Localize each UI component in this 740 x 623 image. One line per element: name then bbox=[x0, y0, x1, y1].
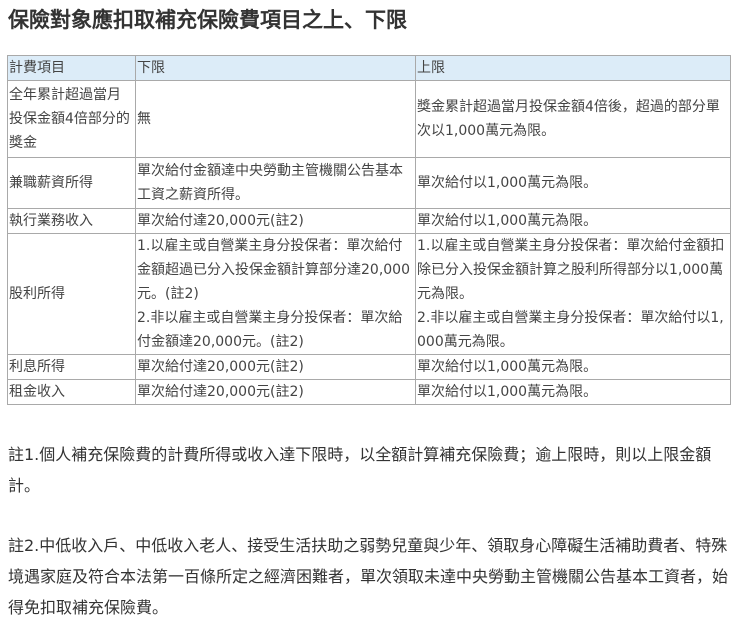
note-1: 註1.個人補充保險費的計費所得或收入達下限時，以全額計算補充保險費；逾上限時，則… bbox=[8, 445, 712, 495]
cell-upper: 1.以雇主或自營業主身分投保者：單次給付金額扣除已分入投保金額計算之股利所得部分… bbox=[415, 233, 731, 355]
cell-upper-line-1: 1.以雇主或自營業主身分投保者：單次給付金額扣除已分入投保金額計算之股利所得部分… bbox=[417, 238, 725, 302]
cell-item: 兼職薪資所得 bbox=[7, 157, 136, 209]
cell-lower: 單次給付達20,000元(註2) bbox=[135, 354, 416, 380]
cell-lower: 1.以雇主或自營業主身分投保者：單次給付金額超過已分入投保金額計算部分達20,0… bbox=[135, 233, 416, 355]
premium-limits-table: 計費項目 下限 上限 全年累計超過當月投保金額4倍部分的獎金 無 獎金累計超過當… bbox=[7, 55, 731, 405]
cell-lower: 單次給付達20,000元(註2) bbox=[135, 379, 416, 405]
table-row: 利息所得 單次給付達20,000元(註2) 單次給付以1,000萬元為限。 bbox=[7, 354, 731, 380]
cell-item: 執行業務收入 bbox=[7, 208, 136, 234]
cell-upper: 單次給付以1,000萬元為限。 bbox=[415, 157, 731, 209]
cell-item: 全年累計超過當月投保金額4倍部分的獎金 bbox=[7, 80, 136, 158]
header-item: 計費項目 bbox=[7, 55, 136, 81]
cell-item: 利息所得 bbox=[7, 354, 136, 380]
table-row: 兼職薪資所得 單次給付金額達中央勞動主管機關公告基本工資之薪資所得。 單次給付以… bbox=[7, 157, 731, 209]
cell-upper: 獎金累計超過當月投保金額4倍後，超過的部分單次以1,000萬元為限。 bbox=[415, 80, 731, 158]
cell-upper: 單次給付以1,000萬元為限。 bbox=[415, 379, 731, 405]
table-row: 全年累計超過當月投保金額4倍部分的獎金 無 獎金累計超過當月投保金額4倍後，超過… bbox=[7, 80, 731, 158]
table-header-row: 計費項目 下限 上限 bbox=[7, 55, 731, 81]
table-row: 股利所得 1.以雇主或自營業主身分投保者：單次給付金額超過已分入投保金額計算部分… bbox=[7, 233, 731, 355]
cell-lower: 單次給付達20,000元(註2) bbox=[135, 208, 416, 234]
cell-upper-line-2: 2.非以雇主或自營業主身分投保者：單次給付以1,000萬元為限。 bbox=[417, 310, 724, 350]
cell-upper: 單次給付以1,000萬元為限。 bbox=[415, 208, 731, 234]
page-title: 保險對象應扣取補充保險費項目之上、下限 bbox=[8, 8, 407, 32]
cell-lower: 單次給付金額達中央勞動主管機關公告基本工資之薪資所得。 bbox=[135, 157, 416, 209]
cell-item: 租金收入 bbox=[7, 379, 136, 405]
table-row: 執行業務收入 單次給付達20,000元(註2) 單次給付以1,000萬元為限。 bbox=[7, 208, 731, 234]
cell-upper: 單次給付以1,000萬元為限。 bbox=[415, 354, 731, 380]
cell-lower-line-2: 2.非以雇主或自營業主身分投保者：單次給付金額達20,000元。(註2) bbox=[137, 310, 403, 350]
note-2: 註2.中低收入戶、中低收入老人、接受生活扶助之弱勢兒童與少年、領取身心障礙生活補… bbox=[8, 536, 729, 617]
cell-lower: 無 bbox=[135, 80, 416, 158]
cell-lower-line-1: 1.以雇主或自營業主身分投保者：單次給付金額超過已分入投保金額計算部分達20,0… bbox=[137, 238, 410, 302]
table-row: 租金收入 單次給付達20,000元(註2) 單次給付以1,000萬元為限。 bbox=[7, 379, 731, 405]
header-lower: 下限 bbox=[135, 55, 416, 81]
cell-item: 股利所得 bbox=[7, 233, 136, 355]
header-upper: 上限 bbox=[415, 55, 731, 81]
